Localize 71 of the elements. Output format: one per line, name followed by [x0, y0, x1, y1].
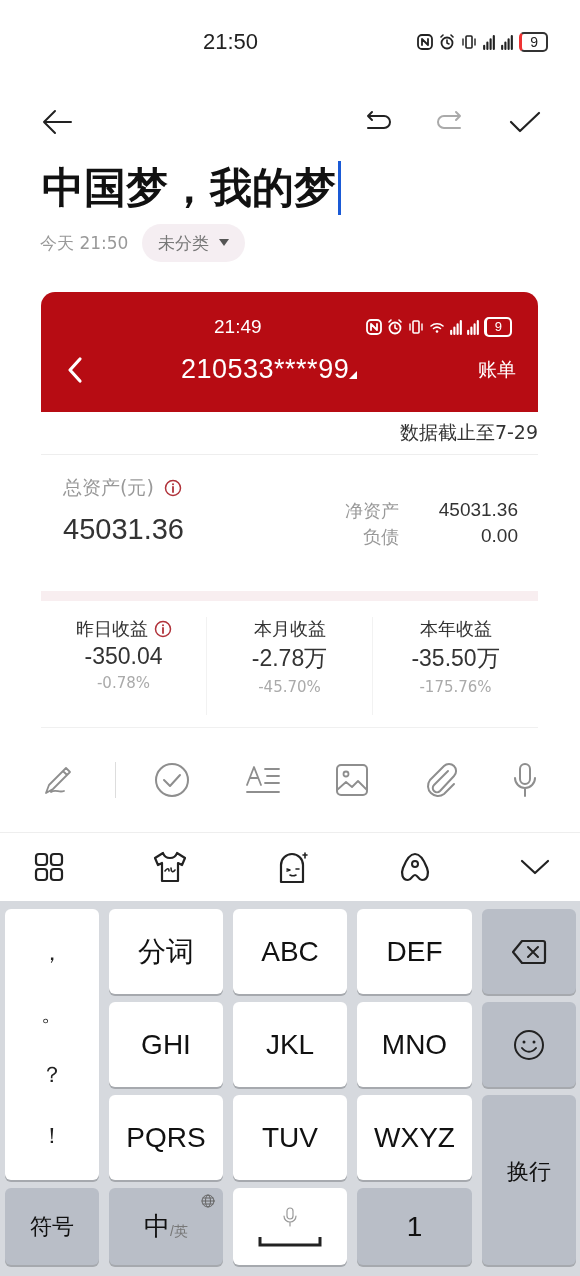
- vibrate-icon: [407, 319, 424, 335]
- keyboard-key[interactable]: ABC: [233, 909, 347, 994]
- earnings-percent: -175.76%: [419, 678, 492, 696]
- keyboard-key[interactable]: JKL: [233, 1002, 347, 1087]
- info-icon: [153, 620, 172, 638]
- signal-icon: [449, 319, 462, 335]
- battery-icon: 9: [483, 317, 512, 337]
- space-bar-icon: [258, 1234, 322, 1247]
- punctuation-key[interactable]: 。: [32, 994, 72, 1035]
- status-time: 21:50: [203, 29, 259, 55]
- note-date: 今天 21:50: [40, 231, 129, 255]
- battery-icon: 9: [519, 32, 548, 52]
- punctuation-key[interactable]: ？: [32, 1054, 72, 1095]
- note-title[interactable]: 中国梦，我的梦: [42, 160, 336, 216]
- language-switch-key[interactable]: 中/英: [109, 1188, 223, 1265]
- earnings-label: 本月收益: [253, 617, 326, 641]
- voice-assistant-icon[interactable]: [398, 850, 432, 884]
- detail-label: 净资产: [344, 499, 399, 523]
- signal-icon: [466, 319, 479, 335]
- info-icon: [163, 479, 182, 497]
- t-shirt-icon[interactable]: [152, 850, 188, 884]
- earnings-value: -350.04: [84, 643, 163, 670]
- earnings-value: -35.50万: [411, 644, 500, 673]
- smiley-icon: [513, 1028, 545, 1061]
- alarm-icon: [386, 319, 403, 335]
- keyboard-key[interactable]: DEF: [357, 909, 472, 994]
- keyboard-key[interactable]: 分词: [109, 909, 223, 994]
- alarm-icon: [439, 34, 456, 50]
- grid-menu-icon[interactable]: [34, 852, 64, 882]
- keyboard-key[interactable]: WXYZ: [357, 1095, 472, 1180]
- microphone-icon: [283, 1206, 297, 1227]
- signal-icon: [501, 34, 514, 50]
- text-cursor: [338, 161, 341, 215]
- keyboard-key[interactable]: 符号: [5, 1188, 99, 1265]
- emoji-key[interactable]: [482, 1002, 576, 1087]
- keyboard-key[interactable]: MNO: [357, 1002, 472, 1087]
- punctuation-key[interactable]: ，: [32, 933, 72, 974]
- category-dropdown[interactable]: 未分类: [142, 224, 246, 262]
- detail-value: 0.00: [480, 525, 518, 548]
- keyboard-key[interactable]: TUV: [233, 1095, 347, 1180]
- dropdown-caret-icon: [219, 239, 230, 247]
- signal-icon: [483, 34, 496, 50]
- vibrate-icon: [461, 34, 478, 50]
- collapse-chevron-icon[interactable]: [520, 857, 550, 877]
- image-icon[interactable]: [335, 763, 369, 797]
- data-date: 数据截止至7-29: [399, 420, 538, 445]
- keyboard-key[interactable]: PQRS: [109, 1095, 223, 1180]
- detail-value: 45031.36: [438, 499, 518, 522]
- earnings-value: -2.78万: [251, 644, 328, 673]
- earnings-percent: -0.78%: [96, 674, 151, 692]
- keyboard-key[interactable]: GHI: [109, 1002, 223, 1087]
- punctuation-key[interactable]: ！: [32, 1115, 72, 1156]
- nfc-icon: [417, 34, 434, 50]
- nfc-icon: [365, 319, 382, 335]
- backspace-key[interactable]: [482, 909, 576, 994]
- earnings-label: 昨日收益: [75, 617, 148, 641]
- corner-triangle-icon: [349, 371, 358, 379]
- keyboard-key[interactable]: 1: [357, 1188, 472, 1265]
- earnings-label: 本年收益: [419, 617, 492, 641]
- microphone-icon[interactable]: [512, 762, 538, 798]
- total-assets-value: 45031.36: [63, 513, 184, 546]
- space-key[interactable]: [233, 1188, 347, 1265]
- backspace-icon: [511, 937, 547, 966]
- detail-label: 负债: [361, 525, 399, 549]
- enter-key[interactable]: 换行: [482, 1095, 576, 1265]
- checklist-circle-icon[interactable]: [154, 762, 190, 798]
- globe-icon: [201, 1194, 215, 1208]
- account-number: 210533****99: [181, 354, 350, 385]
- total-assets-label: 总资产(元): [63, 475, 154, 500]
- status-time: 21:49: [214, 316, 262, 338]
- earnings-percent: -45.70%: [258, 678, 321, 696]
